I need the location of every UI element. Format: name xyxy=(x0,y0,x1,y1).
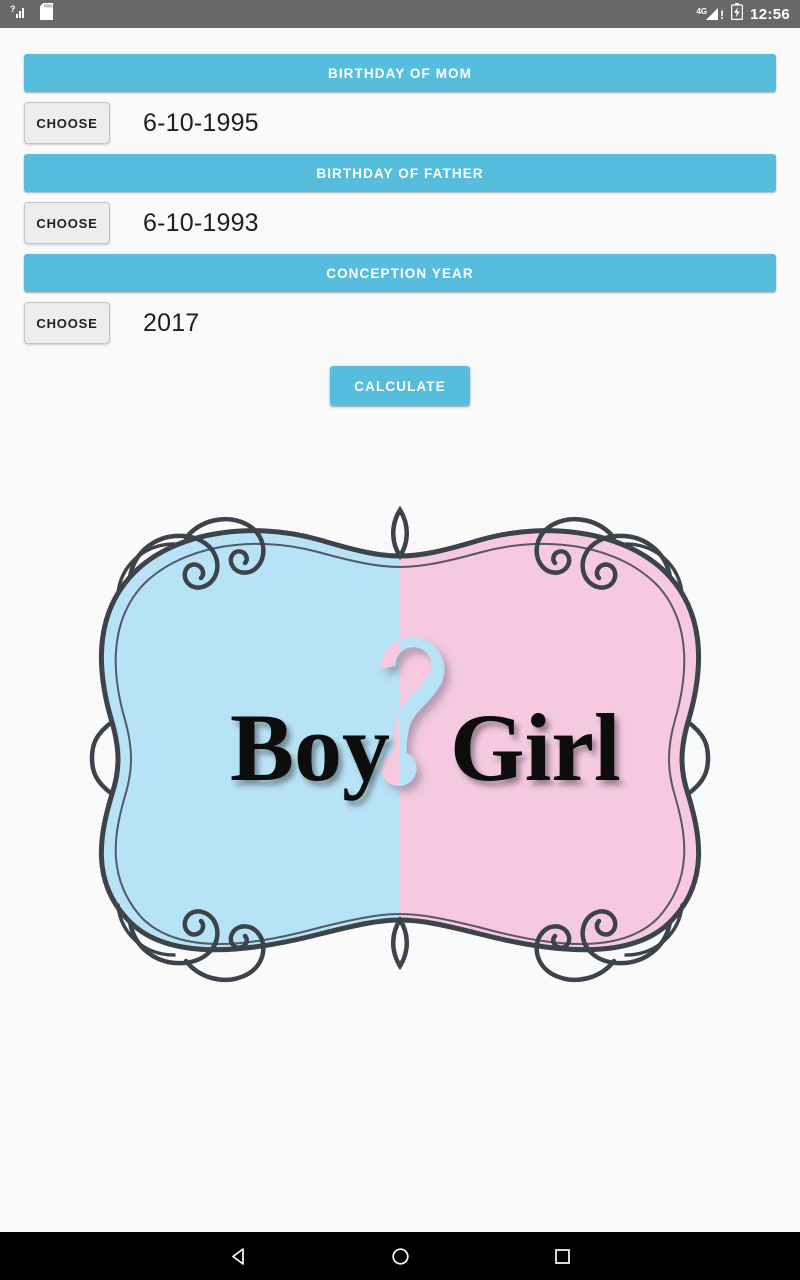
value-birthday-of-father: 6-10-1993 xyxy=(143,208,259,237)
back-icon[interactable] xyxy=(218,1236,258,1276)
battery-icon xyxy=(731,3,744,25)
section-row-conception-year: CHOOSE 2017 xyxy=(0,292,800,354)
section-birthday-of-mom: BIRTHDAY OF MOM CHOOSE 6-10-1995 xyxy=(0,54,800,154)
svg-text:?: ? xyxy=(10,4,16,14)
choose-button-conception-year[interactable]: CHOOSE xyxy=(24,302,110,344)
section-row-birthday-of-mom: CHOOSE 6-10-1995 xyxy=(0,92,800,154)
choose-button-mom[interactable]: CHOOSE xyxy=(24,102,110,144)
signal-unknown-icon: ? xyxy=(10,4,27,25)
girl-label: Girl xyxy=(450,694,621,801)
section-row-birthday-of-father: CHOOSE 6-10-1993 xyxy=(0,192,800,254)
status-bar-clock: 12:56 xyxy=(750,5,790,23)
gender-prediction-illustration: Boy Girl xyxy=(60,482,740,992)
signal-4g-icon: 4G ! xyxy=(696,7,725,22)
status-bar: ? 4G ! 12:56 xyxy=(0,0,800,28)
section-header-conception-year: CONCEPTION YEAR xyxy=(24,254,776,292)
app-root: ? 4G ! 12:56 BIRTHDAY OF MOM CHOOSE 6-10… xyxy=(0,0,800,1280)
value-conception-year: 2017 xyxy=(143,308,200,337)
calculate-button[interactable]: CALCULATE xyxy=(330,366,470,406)
recents-icon[interactable] xyxy=(542,1236,582,1276)
choose-button-father[interactable]: CHOOSE xyxy=(24,202,110,244)
section-conception-year: CONCEPTION YEAR CHOOSE 2017 xyxy=(0,254,800,354)
signal-alert-label: ! xyxy=(720,8,725,22)
value-birthday-of-mom: 6-10-1995 xyxy=(143,108,259,137)
android-navigation-bar xyxy=(0,1232,800,1280)
status-bar-right: 4G ! 12:56 xyxy=(696,3,790,25)
section-birthday-of-father: BIRTHDAY OF FATHER CHOOSE 6-10-1993 xyxy=(0,154,800,254)
home-icon[interactable] xyxy=(380,1236,420,1276)
section-header-birthday-of-father: BIRTHDAY OF FATHER xyxy=(24,154,776,192)
section-header-birthday-of-mom: BIRTHDAY OF MOM xyxy=(24,54,776,92)
status-bar-left: ? xyxy=(10,3,53,25)
calculate-button-container: CALCULATE xyxy=(0,366,800,406)
boy-label: Boy xyxy=(230,694,390,801)
network-type-label: 4G xyxy=(696,7,708,16)
sd-card-icon xyxy=(40,3,53,25)
